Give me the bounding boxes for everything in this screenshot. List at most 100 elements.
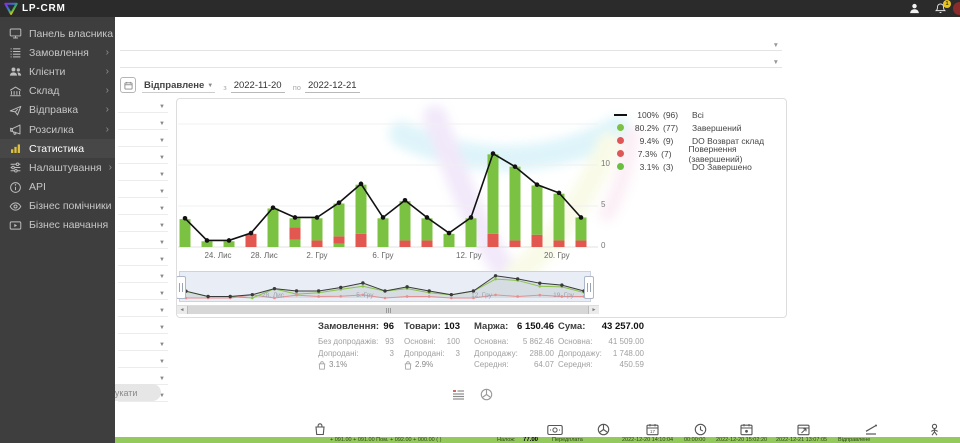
calendar-picker-button[interactable]: [120, 77, 136, 93]
settings-icon: [8, 161, 22, 175]
mini-filter-select-14[interactable]: ▼: [118, 316, 168, 334]
mini-filter-select-16[interactable]: ▼: [118, 350, 168, 368]
total-line-point: [249, 231, 254, 236]
bar-segment-green: [510, 167, 521, 241]
mini-filter-select-11[interactable]: ▼: [118, 265, 168, 283]
chevron-down-icon: ▼: [159, 121, 165, 127]
mini-filter-select-10[interactable]: ▼: [118, 248, 168, 266]
upsell-percent-badge: 2.9%: [404, 359, 460, 371]
date-from-input[interactable]: 2022-11-20: [231, 80, 285, 93]
statistics-icon: [8, 142, 22, 156]
total-line-point: [337, 200, 342, 205]
total-line-point: [447, 231, 452, 236]
user-icon[interactable]: [908, 3, 920, 15]
sidebar: Панель власникаЗамовлення›Клієнти›Склад›…: [0, 17, 115, 443]
person-icon: [928, 423, 941, 436]
y-axis-tick-5: 5: [601, 200, 615, 209]
stat-subrow: Допродажу:288.00: [474, 348, 554, 360]
legend-item-1[interactable]: 80.2%(77)Завершений: [613, 121, 786, 134]
mini-filter-select-1[interactable]: ▼: [118, 95, 168, 113]
sidebar-item-warehouse[interactable]: Склад›: [0, 82, 115, 101]
date-to-input[interactable]: 2022-12-21: [305, 80, 360, 93]
stat-title: Маржа:6 150.46: [474, 321, 554, 332]
table-first-row-clipped[interactable]: + 091.00 + 091.00 Пом. + 092.00 + 000.00…: [115, 437, 960, 443]
legend-dot-marker: [613, 150, 627, 157]
table-row-fragment: Відправлене: [838, 437, 870, 443]
sidebar-item-statistics[interactable]: Статистика: [0, 139, 115, 158]
lp-crm-logo[interactable]: LP-CRM: [4, 2, 66, 16]
mini-filter-select-3[interactable]: ▼: [118, 129, 168, 147]
bar-segment-green: [290, 240, 301, 247]
bar-segment-red: [532, 235, 543, 247]
sidebar-item-business-training[interactable]: Бізнес навчання: [0, 216, 115, 235]
bar-segment-green: [444, 234, 455, 247]
chart-horizontal-scrollbar[interactable]: ◄ ►: [177, 305, 599, 314]
scroll-left-arrow-icon[interactable]: ◄: [177, 306, 187, 314]
table-view-icon[interactable]: [452, 388, 465, 401]
mini-filter-select-7[interactable]: ▼: [118, 197, 168, 215]
stat-subrow: Допродажу:1 748.00: [558, 348, 644, 360]
products-view-icon[interactable]: [480, 388, 493, 401]
legend-cnt: (77): [663, 123, 688, 133]
scrollbar-thumb[interactable]: [187, 306, 589, 314]
navigator-tick: 19. Гру: [553, 292, 574, 299]
mini-filter-select-9[interactable]: ▼: [118, 231, 168, 249]
notifications-bell-icon[interactable]: 1: [934, 3, 946, 15]
date-type-select[interactable]: Відправлене ▼: [142, 80, 215, 93]
mini-filter-select-15[interactable]: ▼: [118, 333, 168, 351]
total-line-point: [579, 215, 584, 220]
sidebar-item-business-helpers[interactable]: Бізнес помічники: [0, 197, 115, 216]
legend-item-3[interactable]: 7.3%(7)Повернення (завершений): [613, 147, 786, 160]
dashboard-icon: [8, 27, 22, 41]
navigator-right-handle[interactable]: [584, 276, 594, 299]
filter-select-secondary[interactable]: ▼: [120, 51, 782, 68]
bar-segment-green: [268, 208, 279, 247]
stat-subrow: Основна:5 862.46: [474, 336, 554, 348]
sidebar-item-orders[interactable]: Замовлення›: [0, 43, 115, 62]
navigator-left-handle[interactable]: [176, 276, 186, 299]
sidebar-item-api[interactable]: API: [0, 178, 115, 197]
stat-column-3: Сума:43 257.00Основна:41 509.00Допродажу…: [558, 321, 644, 371]
sidebar-item-label: Замовлення: [29, 47, 89, 59]
chart-legend: 100%(96)Всі80.2%(77)Завершений9.4%(9)DO …: [613, 108, 786, 173]
bar-segment-red: [246, 234, 257, 247]
sidebar-item-owner-panel[interactable]: Панель власника: [0, 24, 115, 43]
clients-icon: [8, 65, 22, 79]
chart-range-navigator[interactable]: 28. Лис5. Гру12. Гру19. Гру: [179, 271, 591, 302]
sidebar-item-shipping[interactable]: Відправка›: [0, 101, 115, 120]
chart-icon: [864, 423, 877, 436]
legend-cnt: (96): [663, 110, 688, 120]
package-icon: [597, 423, 610, 436]
filter-select-primary[interactable]: ▼: [120, 25, 782, 51]
sidebar-item-clients[interactable]: Клієнти›: [0, 62, 115, 81]
scroll-right-arrow-icon[interactable]: ►: [589, 306, 599, 314]
sidebar-item-label: Клієнти: [29, 66, 65, 78]
sidebar-item-label: Розсилка: [29, 124, 74, 136]
table-row-fragment: 77.00: [523, 437, 538, 443]
mini-filter-select-17[interactable]: ▼: [118, 367, 168, 385]
orders-icon: [8, 46, 22, 60]
legend-dot-marker: [613, 124, 627, 131]
stat-value: 43 257.00: [602, 321, 644, 332]
legend-pct: 7.3%: [631, 149, 657, 159]
mini-filter-select-13[interactable]: ▼: [118, 299, 168, 317]
avatar[interactable]: [953, 2, 960, 15]
orders-bar-line-chart[interactable]: 24. Лис28. Лис2. Гру6. Гру12. Гру20. Гру: [178, 101, 598, 261]
bar-segment-green: [400, 201, 411, 240]
mini-filter-select-4[interactable]: ▼: [118, 146, 168, 164]
mini-filter-select-6[interactable]: ▼: [118, 180, 168, 198]
notification-badge: 1: [943, 0, 951, 8]
chevron-down-icon: ▼: [159, 325, 165, 331]
sidebar-item-mailing[interactable]: Розсилка›: [0, 120, 115, 139]
calendar-day-icon: [740, 423, 753, 436]
mini-filter-select-12[interactable]: ▼: [118, 282, 168, 300]
stat-subrow: Допродані:3: [318, 348, 394, 360]
stat-title: Сума:43 257.00: [558, 321, 644, 332]
mini-filter-select-2[interactable]: ▼: [118, 112, 168, 130]
legend-item-0[interactable]: 100%(96)Всі: [613, 108, 786, 121]
sidebar-item-settings[interactable]: Налаштування›: [0, 158, 115, 177]
mini-filter-select-5[interactable]: ▼: [118, 163, 168, 181]
chevron-right-icon: ›: [106, 105, 109, 115]
mini-filter-select-8[interactable]: ▼: [118, 214, 168, 232]
table-row-fragment: 2022-12-20 15:02:20: [716, 437, 767, 443]
